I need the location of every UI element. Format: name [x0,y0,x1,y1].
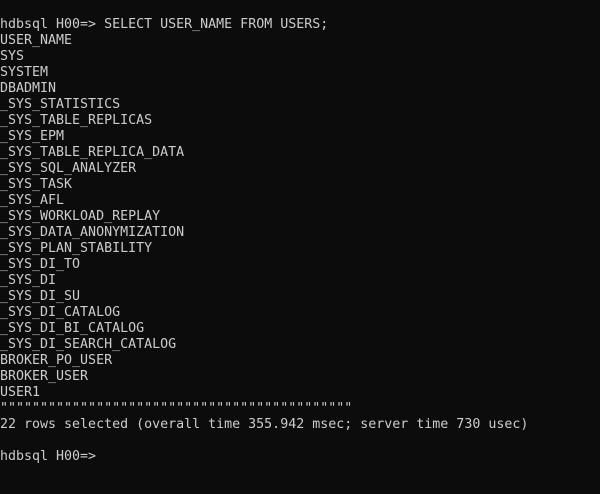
result-row: DBADMIN [0,81,57,96]
next-prompt: hdbsql H00=> [0,449,97,464]
result-row: _SYS_STATISTICS [0,97,121,112]
result-row: _SYS_PLAN_STABILITY [0,241,153,256]
result-row: _SYS_TABLE_REPLICA_DATA [0,145,185,160]
command-line: hdbsql H00=> SELECT USER_NAME FROM USERS… [0,17,600,33]
result-row: _SYS_TASK [0,177,73,192]
result-row: SYSTEM [0,65,49,80]
result-row: _SYS_DI_SEARCH_CATALOG [0,337,177,352]
result-row: _SYS_EPM [0,129,65,144]
result-row: _SYS_DI_TO [0,257,81,272]
result-row: _SYS_WORKLOAD_REPLAY [0,209,161,224]
result-row: BROKER_USER [0,369,89,384]
result-row: SYS [0,49,25,64]
result-summary: 22 rows selected (overall time 355.942 m… [0,417,529,432]
input-line[interactable]: hdbsql H00=> [0,449,600,465]
result-row: USER1 [0,385,41,400]
result-row: _SYS_DI_CATALOG [0,305,121,320]
result-row: _SYS_SQL_ANALYZER [0,161,137,176]
result-row: _SYS_DI_BI_CATALOG [0,321,145,336]
result-row: _SYS_DI [0,273,57,288]
result-row: _SYS_TABLE_REPLICAS [0,113,153,128]
result-row: _SYS_AFL [0,193,65,208]
sql-command: SELECT USER_NAME FROM USERS; [104,17,329,32]
result-separator: """"""""""""""""""""""""""""""""""""""""… [0,401,353,416]
terminal-window[interactable]: hdbsql H00=> SELECT USER_NAME FROM USERS… [0,0,600,494]
result-rows: SYS SYSTEM DBADMIN _SYS_STATISTICS _SYS_TABL… [0,49,600,401]
result-row: _SYS_DATA_ANONYMIZATION [0,225,185,240]
result-row: _SYS_DI_SU [0,289,81,304]
result-row: BROKER_PO_USER [0,353,113,368]
prompt: hdbsql H00=> [0,17,97,32]
result-header: USER_NAME [0,33,73,48]
